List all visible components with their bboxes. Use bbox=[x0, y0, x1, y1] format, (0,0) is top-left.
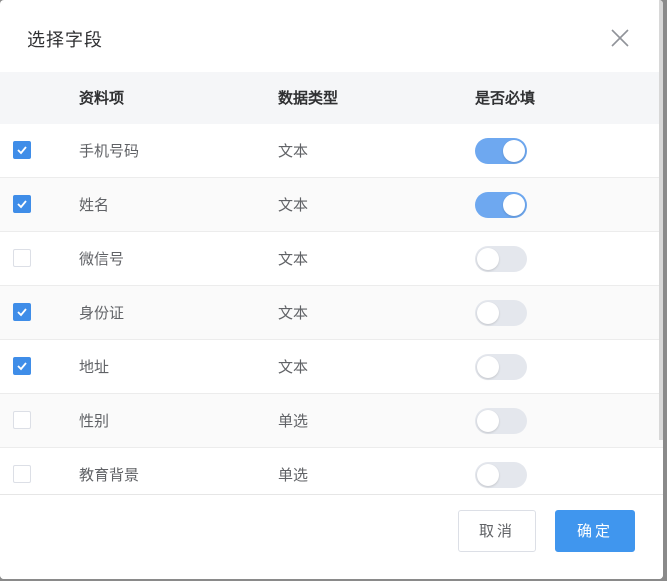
confirm-button[interactable]: 确定 bbox=[555, 510, 635, 552]
checkmark-icon bbox=[17, 200, 27, 209]
required-toggle[interactable] bbox=[475, 192, 527, 218]
dialog-footer: 取消 确定 bbox=[0, 494, 663, 579]
column-header-data-type: 数据类型 bbox=[278, 89, 339, 107]
field-name: 性别 bbox=[79, 412, 110, 430]
required-toggle[interactable] bbox=[475, 462, 527, 488]
table-row: 姓名 文本 bbox=[0, 178, 663, 232]
field-name: 身份证 bbox=[79, 304, 125, 322]
field-name: 手机号码 bbox=[79, 142, 140, 160]
required-toggle[interactable] bbox=[475, 408, 527, 434]
select-fields-dialog: 选择字段 资料项 数据类型 是否必填 手机号码 文本 姓名 文本 微信号 文本 身份证 文本地… bbox=[0, 0, 663, 579]
table-row: 地址 文本 bbox=[0, 340, 663, 394]
column-header-required: 是否必填 bbox=[475, 89, 536, 107]
toggle-knob bbox=[477, 356, 499, 378]
table-row: 教育背景 单选 bbox=[0, 448, 663, 494]
field-type: 文本 bbox=[278, 304, 309, 322]
cancel-button[interactable]: 取消 bbox=[458, 510, 536, 552]
required-toggle[interactable] bbox=[475, 138, 527, 164]
field-type: 文本 bbox=[278, 142, 309, 160]
field-name: 微信号 bbox=[79, 250, 125, 268]
field-type: 文本 bbox=[278, 358, 309, 376]
row-checkbox[interactable] bbox=[13, 303, 31, 321]
field-name: 姓名 bbox=[79, 196, 110, 214]
required-toggle[interactable] bbox=[475, 354, 527, 380]
checkmark-icon bbox=[17, 146, 27, 155]
required-toggle[interactable] bbox=[475, 246, 527, 272]
toggle-knob bbox=[503, 194, 525, 216]
dialog-title: 选择字段 bbox=[27, 30, 103, 51]
column-header-field: 资料项 bbox=[79, 89, 125, 107]
field-type: 文本 bbox=[278, 250, 309, 268]
toggle-knob bbox=[477, 302, 499, 324]
row-checkbox[interactable] bbox=[13, 411, 31, 429]
field-list[interactable]: 手机号码 文本 姓名 文本 微信号 文本 身份证 文本 地址 文本 性别 单选 教育背景 单选 bbox=[0, 124, 663, 494]
field-name: 地址 bbox=[79, 358, 110, 376]
row-checkbox[interactable] bbox=[13, 141, 31, 159]
table-row: 手机号码 文本 bbox=[0, 124, 663, 178]
row-checkbox[interactable] bbox=[13, 465, 31, 483]
dialog-header: 选择字段 bbox=[0, 0, 663, 72]
table-header: 资料项 数据类型 是否必填 bbox=[0, 72, 663, 124]
field-type: 单选 bbox=[278, 466, 309, 484]
toggle-knob bbox=[477, 410, 499, 432]
row-checkbox[interactable] bbox=[13, 249, 31, 267]
close-icon bbox=[611, 29, 629, 47]
field-type: 单选 bbox=[278, 412, 309, 430]
row-checkbox[interactable] bbox=[13, 357, 31, 375]
table-row: 身份证 文本 bbox=[0, 286, 663, 340]
close-button[interactable] bbox=[604, 22, 636, 54]
checkmark-icon bbox=[17, 362, 27, 371]
table-row: 性别 单选 bbox=[0, 394, 663, 448]
toggle-knob bbox=[477, 248, 499, 270]
table-row: 微信号 文本 bbox=[0, 232, 663, 286]
toggle-knob bbox=[477, 464, 499, 486]
checkmark-icon bbox=[17, 308, 27, 317]
field-name: 教育背景 bbox=[79, 466, 140, 484]
field-type: 文本 bbox=[278, 196, 309, 214]
scrollbar[interactable] bbox=[659, 0, 663, 440]
required-toggle[interactable] bbox=[475, 300, 527, 326]
toggle-knob bbox=[503, 140, 525, 162]
row-checkbox[interactable] bbox=[13, 195, 31, 213]
